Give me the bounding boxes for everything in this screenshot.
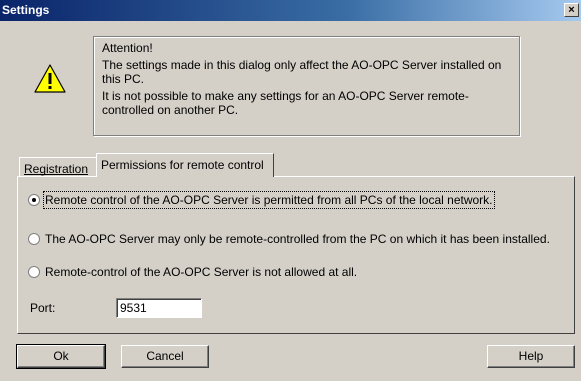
port-label: Port: [30, 301, 56, 315]
settings-dialog: Settings × Attention! The settings made … [0, 0, 581, 381]
close-button[interactable]: × [564, 3, 579, 17]
option-local-only[interactable]: The AO-OPC Server may only be remote-con… [28, 231, 550, 247]
option-all-pcs[interactable]: Remote control of the AO-OPC Server is p… [28, 191, 495, 209]
port-input[interactable]: 9531 [116, 298, 202, 318]
warning-icon [34, 64, 66, 93]
tab-registration[interactable]: Registration [19, 157, 97, 177]
help-button[interactable]: Help [487, 345, 575, 368]
option-local-only-label: The AO-OPC Server may only be remote-con… [45, 232, 550, 246]
option-not-allowed-label: Remote-control of the AO-OPC Server is n… [45, 265, 358, 279]
cancel-button[interactable]: Cancel [121, 345, 209, 368]
tab-permissions-label: Permissions for remote control [101, 158, 264, 172]
title-bar[interactable]: Settings × [0, 0, 581, 21]
attention-text-1: The settings made in this dialog only af… [102, 58, 502, 86]
ok-button[interactable]: Ok [16, 344, 106, 369]
radio-button[interactable] [28, 266, 40, 278]
attention-heading: Attention! [102, 41, 153, 55]
tab-permissions[interactable]: Permissions for remote control [96, 153, 274, 177]
window-title: Settings [2, 3, 50, 17]
option-not-allowed[interactable]: Remote-control of the AO-OPC Server is n… [28, 264, 357, 280]
attention-text-2: It is not possible to make any settings … [102, 89, 469, 117]
attention-box: Attention! The settings made in this dia… [93, 36, 520, 136]
tab-registration-label: Registration [24, 162, 89, 176]
radio-button[interactable] [28, 233, 40, 245]
close-icon: × [568, 4, 575, 16]
option-all-pcs-label: Remote control of the AO-OPC Server is p… [43, 191, 495, 209]
radio-button-checked[interactable] [28, 194, 40, 206]
